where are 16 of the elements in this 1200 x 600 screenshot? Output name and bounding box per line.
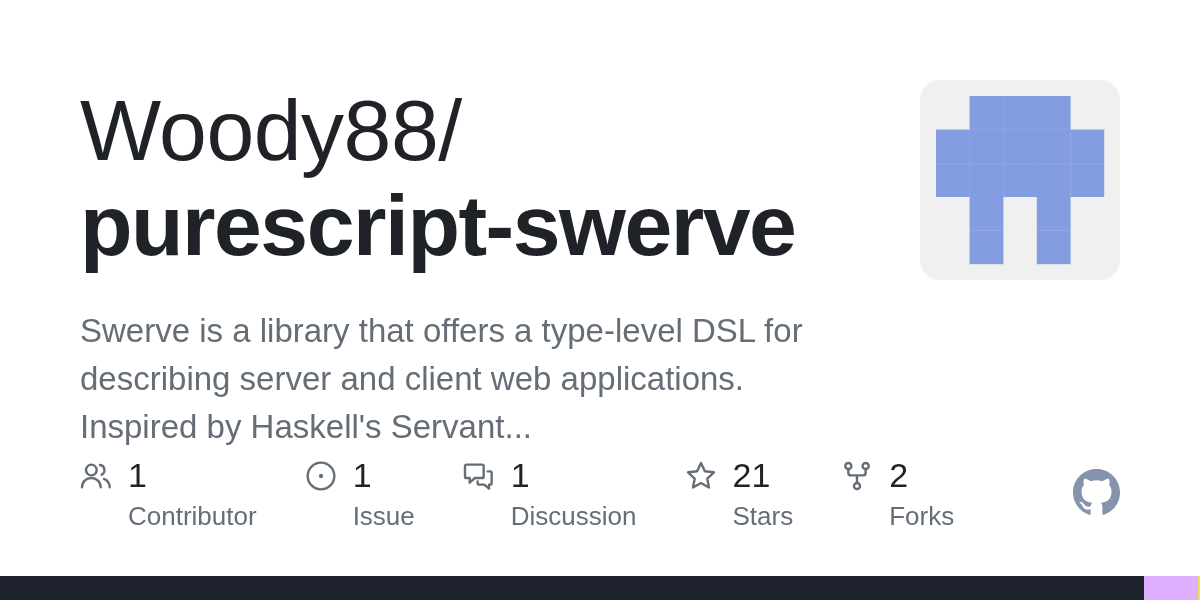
stat-label: Forks (889, 500, 955, 534)
stat-count: 1 (352, 455, 373, 497)
stat-count: 1 (510, 455, 531, 497)
issue-circle-icon (304, 459, 337, 492)
star-icon (684, 459, 717, 492)
stat-count: 1 (128, 455, 148, 497)
logo-icon (1073, 469, 1120, 517)
stat-count: 2 (889, 455, 910, 497)
stat-label: Stars (732, 500, 794, 534)
stat-count: 21 (732, 455, 772, 497)
stat-label: Contributor (128, 500, 257, 534)
repo-name: purescript-swerve (80, 177, 796, 273)
repo-description: Swerve is a library that offers a type-level DSL for describing server and client web applications. Inspired by Haskell's Servant... (80, 311, 804, 448)
repo-owner: Woody88/ (80, 83, 462, 178)
stat-label: Issue (352, 500, 415, 534)
stat-label: Discussion (510, 500, 637, 534)
